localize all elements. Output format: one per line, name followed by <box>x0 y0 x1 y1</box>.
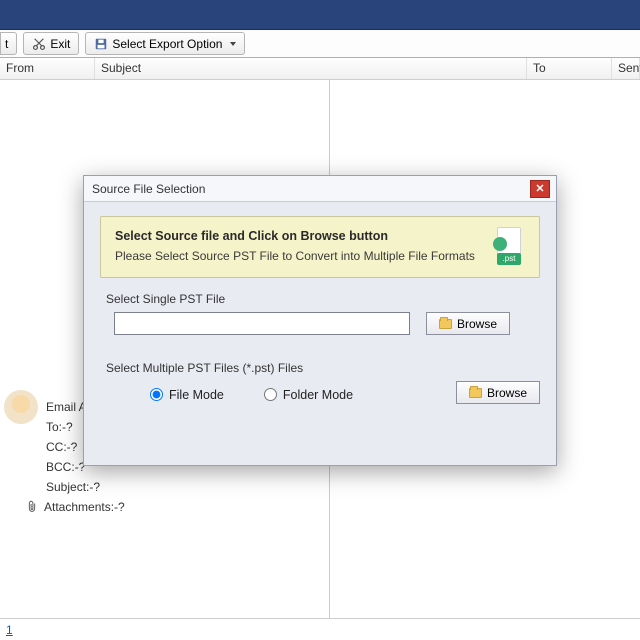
detail-attachments-row: Attachments:-? <box>6 500 321 514</box>
select-export-option-button[interactable]: Select Export Option <box>85 32 245 55</box>
file-mode-label: File Mode <box>169 388 224 402</box>
browse-multiple-label: Browse <box>487 386 527 400</box>
pst-tag: .pst <box>497 253 521 265</box>
column-header-sent[interactable]: Sent <box>612 58 640 79</box>
single-pst-path-input[interactable] <box>114 312 410 335</box>
exit-button[interactable]: Exit <box>23 32 79 55</box>
detail-to: To:-? <box>46 420 73 434</box>
detail-cc: CC:-? <box>46 440 77 454</box>
single-pst-label: Select Single PST File <box>106 292 540 306</box>
pst-file-icon: .pst <box>491 227 525 265</box>
folder-mode-label: Folder Mode <box>283 388 353 402</box>
close-button[interactable]: ✕ <box>530 180 550 198</box>
file-mode-radio[interactable] <box>150 388 163 401</box>
column-header-to[interactable]: To <box>527 58 612 79</box>
paperclip-icon <box>26 500 38 514</box>
file-mode-option[interactable]: File Mode <box>150 388 224 402</box>
browse-multiple-button[interactable]: Browse <box>456 381 540 404</box>
detail-subject: Subject:-? <box>46 480 100 494</box>
dialog-body: Select Source file and Click on Browse b… <box>84 202 556 465</box>
app-titlebar <box>0 0 640 30</box>
folder-icon <box>469 388 482 398</box>
column-headers: From Subject To Sent <box>0 58 640 80</box>
dialog-title: Source File Selection <box>92 182 205 196</box>
toolbar: t Exit Select Export Option <box>0 30 640 58</box>
multiple-pst-label: Select Multiple PST Files (*.pst) Files <box>106 361 540 375</box>
browse-single-button[interactable]: Browse <box>426 312 510 335</box>
toolbar-button-1-label: t <box>5 37 8 51</box>
column-header-from[interactable]: From <box>0 58 95 79</box>
close-icon: ✕ <box>535 182 544 195</box>
banner-title: Select Source file and Click on Browse b… <box>115 229 479 243</box>
avatar <box>4 390 38 424</box>
column-header-subject[interactable]: Subject <box>95 58 527 79</box>
detail-attachments: Attachments:-? <box>44 500 125 514</box>
detail-subject-row: Subject:-? <box>46 480 321 494</box>
folder-icon <box>439 319 452 329</box>
banner-subtitle: Please Select Source PST File to Convert… <box>115 249 479 263</box>
save-icon <box>94 37 108 51</box>
source-file-selection-dialog: Source File Selection ✕ Select Source fi… <box>83 175 557 466</box>
mode-radio-group: File Mode Folder Mode <box>100 388 353 402</box>
info-banner: Select Source file and Click on Browse b… <box>100 216 540 278</box>
chevron-down-icon <box>230 42 236 46</box>
toolbar-button-1[interactable]: t <box>0 32 17 55</box>
folder-mode-option[interactable]: Folder Mode <box>264 388 353 402</box>
footer-link[interactable]: 1 <box>6 623 13 637</box>
dialog-titlebar: Source File Selection ✕ <box>84 176 556 202</box>
detail-bcc: BCC:-? <box>46 460 85 474</box>
exit-button-label: Exit <box>50 37 70 51</box>
folder-mode-radio[interactable] <box>264 388 277 401</box>
scissors-icon <box>32 37 46 51</box>
detail-email-label: Email A <box>46 400 87 414</box>
footer: 1 <box>0 618 640 640</box>
browse-single-label: Browse <box>457 317 497 331</box>
select-export-option-label: Select Export Option <box>112 37 222 51</box>
